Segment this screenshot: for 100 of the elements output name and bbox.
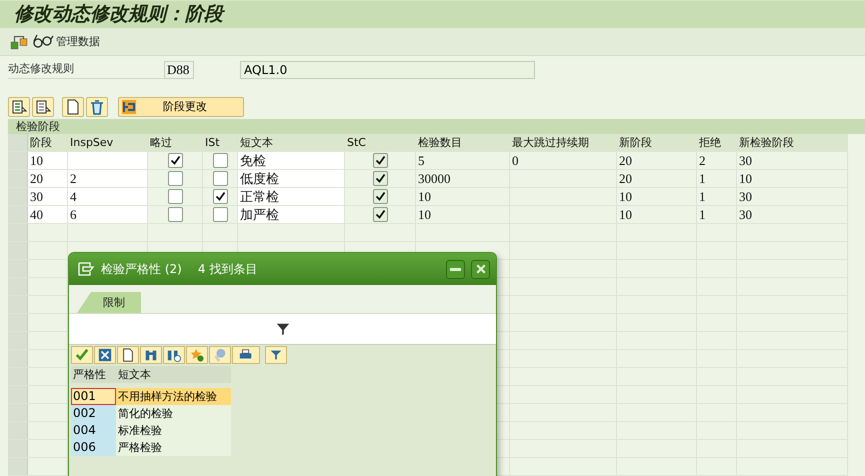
page-icon [65,98,81,115]
table-cell: 30 [737,206,848,223]
table-cell: 6 [68,206,148,223]
cancel-button[interactable] [94,346,116,364]
column-header[interactable]: 短文本 [116,366,231,383]
checkbox[interactable] [372,188,388,204]
checkbox[interactable] [372,152,388,168]
table-cell: 30 [737,188,848,205]
binoculars-icon [144,348,158,362]
column-header[interactable]: 阶段 [28,134,68,151]
checkbox[interactable] [168,206,182,222]
column-header[interactable]: 新检验阶段 [737,134,848,151]
new-button[interactable] [117,346,139,364]
help-button[interactable] [209,346,231,364]
dialog-title: 检验严格性 (2) [101,260,182,278]
select-all-button[interactable] [8,96,30,117]
table-cell: 10 [416,188,510,205]
column-header[interactable]: 最大跳过持续期 [510,134,617,151]
table-cell: 免检 [238,152,345,169]
column-header[interactable]: InspSev [68,134,148,151]
rule-code-field[interactable]: D88 [164,61,194,80]
find-next-button[interactable] [163,346,185,364]
minimize-icon [450,268,461,270]
checkmark-icon [75,348,89,362]
glasses-icon [32,33,54,50]
favorite-add-button[interactable] [186,346,208,364]
section-title: 检验阶段 [8,118,865,134]
checkbox[interactable] [168,152,182,168]
table-cell: 10 [617,188,697,205]
funnel-icon [269,348,283,362]
select-all-rows-cell[interactable] [8,134,28,151]
table-cell: 正常检 [238,188,345,205]
column-header[interactable]: StC [345,134,416,151]
table-cell: 40 [28,206,68,223]
table-cell: 20 [28,170,68,187]
select-all-icon [11,98,27,115]
filter-icon [276,322,290,336]
table-cell: 低度检 [238,170,345,187]
star-plus-icon [190,348,204,362]
new-entry-button[interactable] [62,96,84,117]
column-header[interactable]: ISt [203,134,238,151]
minimize-button[interactable] [446,260,465,278]
close-icon [474,263,486,275]
checkbox[interactable] [212,152,228,168]
trash-icon [89,98,105,115]
field-label: 动态修改规则 [8,61,164,80]
stage-change-icon [121,98,137,115]
list-cell[interactable]: 006 [71,439,116,456]
manage-data-button[interactable]: 管理数据 [32,33,100,50]
close-icon [98,348,112,362]
list-cell[interactable]: 简化的检验 [116,405,231,422]
checkbox[interactable] [372,170,388,186]
checkbox[interactable] [168,170,182,186]
deselect-all-button[interactable] [32,96,54,117]
list-cell[interactable]: 002 [71,405,116,422]
checkbox[interactable] [212,206,228,222]
dialog-icon [77,261,95,277]
table-cell: 10 [737,170,848,187]
close-button[interactable] [471,260,490,278]
confirm-button[interactable] [71,346,93,364]
find-button[interactable] [140,346,162,364]
stage-change-button[interactable]: 阶段更改 [118,96,244,117]
page-icon [121,348,135,362]
table-cell: 10 [617,206,697,223]
checkbox[interactable] [168,188,182,204]
table-cell: 10 [28,152,68,169]
list-cell[interactable]: 严格检验 [116,439,231,456]
print-button[interactable] [232,346,260,364]
table-cell: 2 [697,152,737,169]
checkbox[interactable] [212,188,228,204]
table-cell: 30 [737,152,848,169]
column-header[interactable]: 拒绝 [697,134,737,151]
table-cell: 10 [416,206,510,223]
list-cell[interactable]: 001 [71,388,116,405]
table-cell: 4 [68,188,148,205]
table-cell: 20 [617,152,697,169]
column-header[interactable]: 检验数目 [416,134,510,151]
column-header[interactable]: 略过 [148,134,203,151]
checkbox[interactable] [372,206,388,222]
entry-count: 4 找到条目 [198,260,258,278]
checkbox[interactable] [212,170,228,186]
table-cell: 30 [28,188,68,205]
rule-description-field[interactable]: AQL1.0 [240,61,535,80]
table-cell: 2 [68,170,148,187]
table-cell: 1 [697,206,737,223]
list-cell[interactable]: 标准检验 [116,422,231,439]
list-cell[interactable]: 004 [71,422,116,439]
table-cell: 1 [697,170,737,187]
column-header[interactable]: 新阶段 [617,134,697,151]
table-cell: 1 [697,188,737,205]
table-cell: 5 [416,152,510,169]
table-cell: 0 [510,152,617,169]
delete-button[interactable] [86,96,108,117]
column-header[interactable]: 短文本 [238,134,345,151]
table-cell: 30000 [416,170,510,187]
tab[interactable]: 限制 [77,292,141,313]
column-header[interactable]: 严格性 [71,366,116,383]
list-cell[interactable]: 不用抽样方法的检验 [116,388,231,405]
layout-button[interactable] [265,346,287,364]
table-cell: 加严检 [238,206,345,223]
